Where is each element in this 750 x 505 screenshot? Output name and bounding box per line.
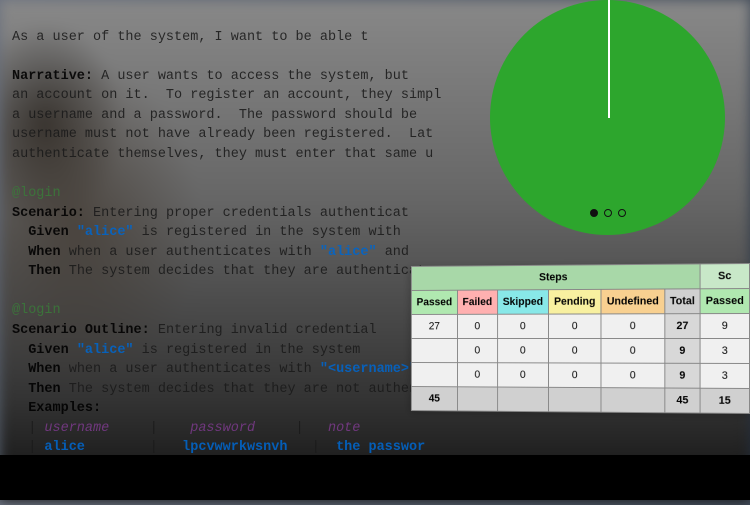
pager-dot[interactable] (604, 209, 612, 217)
bottom-bar (0, 455, 750, 500)
pie-chart (490, 0, 725, 235)
tag-login: @login (12, 186, 61, 201)
code-line: As a user of the system, I want to be ab… (12, 30, 368, 45)
col-group-steps: Steps (411, 264, 700, 291)
scenario-outline-kw: Scenario Outline: (12, 323, 150, 338)
pager-dot[interactable] (590, 209, 598, 217)
col-group-scenarios: Sc (700, 264, 749, 289)
pager-dot[interactable] (618, 209, 626, 217)
narrative-kw: Narrative: (12, 69, 93, 84)
scenario-kw: Scenario: (12, 206, 85, 221)
examples-kw: Examples: (28, 401, 101, 416)
table-header-row: Passed Failed Skipped Pending Undefined … (411, 289, 749, 315)
table-row: 000093 (411, 339, 749, 364)
results-table: Steps Sc Passed Failed Skipped Pending U… (411, 263, 750, 414)
table-row: 000093 (411, 363, 749, 389)
table-summary-row: 454515 (411, 387, 749, 414)
carousel-pager (590, 209, 626, 217)
table-row: 270000279 (411, 314, 749, 339)
scenario-title: Entering proper credentials authenticat (93, 206, 409, 221)
tag-login: @login (12, 303, 61, 318)
